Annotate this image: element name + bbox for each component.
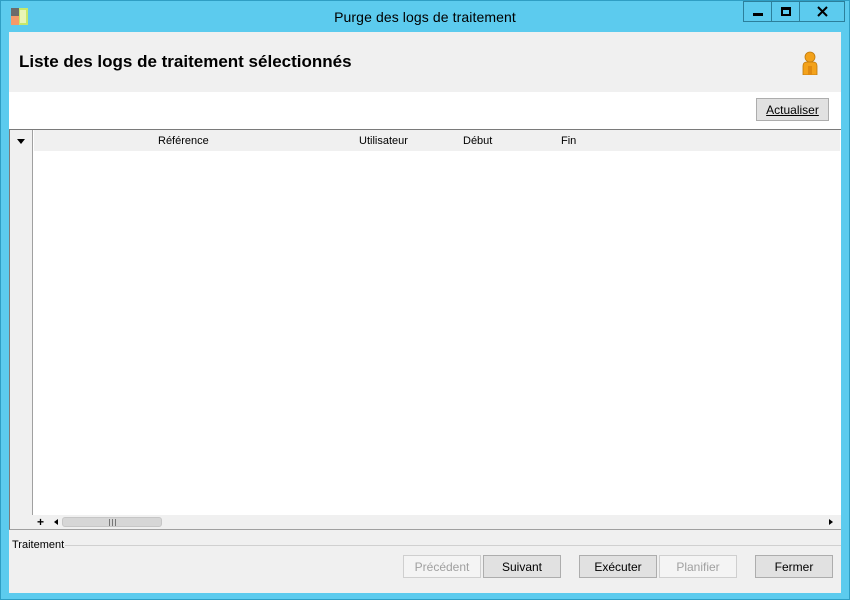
group-divider [65, 545, 841, 546]
refresh-button-label: Actualiser [766, 102, 819, 117]
toolbar: Actualiser [9, 92, 841, 130]
column-header-reference[interactable]: Référence [158, 135, 209, 147]
group-label: Traitement [12, 539, 65, 551]
minimize-button[interactable] [743, 1, 772, 22]
column-header-end[interactable]: Fin [561, 135, 576, 147]
maximize-icon [780, 7, 791, 16]
scroll-left-icon[interactable] [54, 519, 58, 525]
chevron-down-icon[interactable] [17, 139, 25, 144]
grid-column-header: Référence Utilisateur Début Fin [34, 130, 840, 151]
header-panel: Liste des logs de traitement sélectionné… [9, 32, 841, 92]
close-window-button[interactable] [799, 1, 845, 22]
add-row-button[interactable]: + [37, 515, 44, 529]
app-window: Purge des logs de traitement Liste des l… [0, 0, 850, 600]
close-button[interactable]: Fermer [755, 555, 833, 578]
user-person-icon [802, 51, 818, 75]
refresh-button[interactable]: Actualiser [756, 98, 829, 121]
horizontal-scrollbar[interactable]: + [10, 515, 841, 529]
column-header-user[interactable]: Utilisateur [359, 135, 408, 147]
window-title: Purge des logs de traitement [334, 9, 516, 25]
grid-body[interactable] [34, 151, 840, 515]
client-area: Liste des logs de traitement sélectionné… [9, 32, 841, 593]
close-icon [816, 6, 828, 17]
page-title: Liste des logs de traitement sélectionné… [19, 52, 352, 71]
maximize-button[interactable] [771, 1, 800, 22]
grip-icon [109, 519, 116, 526]
schedule-button[interactable]: Planifier [659, 555, 737, 578]
execute-button[interactable]: Exécuter [579, 555, 657, 578]
scrollbar-thumb[interactable] [62, 517, 162, 527]
scroll-right-icon[interactable] [829, 519, 833, 525]
previous-button[interactable]: Précédent [403, 555, 481, 578]
next-button[interactable]: Suivant [483, 555, 561, 578]
minimize-icon [752, 13, 763, 16]
grid-row-header [10, 130, 33, 517]
column-header-start[interactable]: Début [463, 135, 492, 147]
title-bar[interactable]: Purge des logs de traitement [1, 1, 849, 32]
logs-grid[interactable]: Référence Utilisateur Début Fin + [9, 129, 841, 530]
